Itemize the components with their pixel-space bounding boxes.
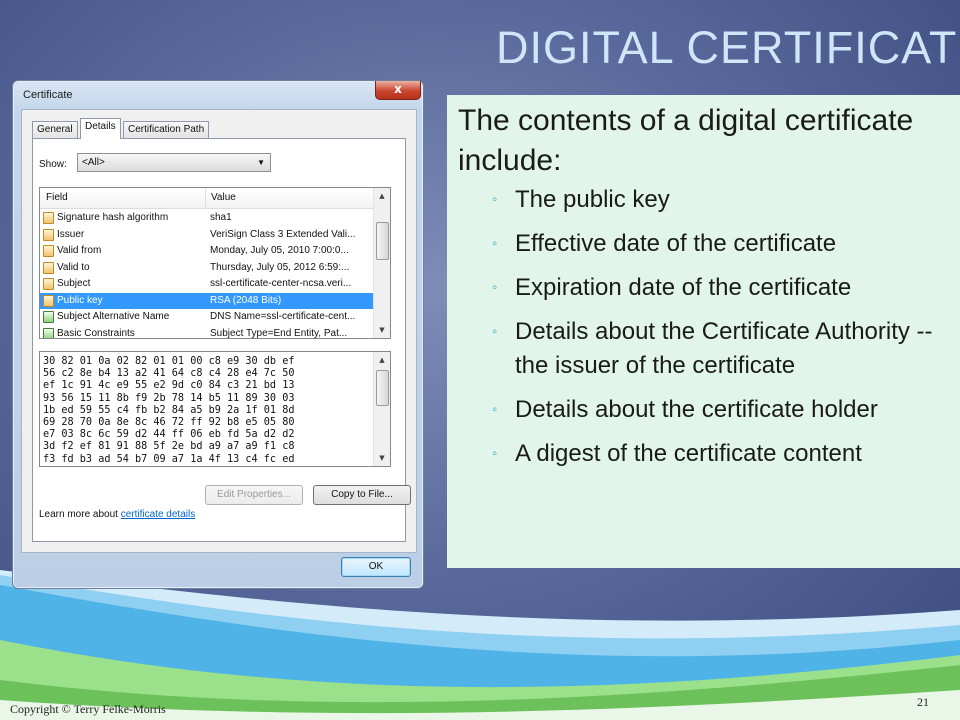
row-value: ssl-certificate-center-ncsa.veri... — [210, 278, 352, 289]
scroll-down-icon[interactable]: ▼ — [374, 450, 390, 466]
row-field: Valid to — [57, 261, 90, 273]
learn-more: Learn more about certificate details — [39, 509, 195, 520]
certificate-field-icon — [43, 327, 54, 338]
list-item: ◦ Expiration date of the certificate — [458, 271, 960, 305]
row-value: Subject Type=End Entity, Pat... — [210, 327, 348, 339]
details-panel: Show: <All> ▼ Field Value Signature hash… — [32, 138, 411, 542]
certificate-field-icon — [43, 294, 54, 307]
hex-line: 3d f2 ef 81 91 88 5f 2e bd a9 a7 a9 f1 c… — [43, 441, 295, 453]
row-field: Public key — [57, 294, 103, 306]
bullet-icon: ◦ — [492, 401, 498, 418]
list-item: ◦ Details about the Certificate Authority… — [458, 315, 960, 383]
slide-title: DIGITAL CERTIFICATE — [496, 22, 960, 73]
row-field: Signature hash algorithm — [57, 212, 169, 223]
bullet-text: Expiration date of the certificate — [515, 274, 852, 301]
list-item: ◦ Effective date of the certificate — [458, 227, 960, 261]
table-row[interactable]: Subject Alternative Name DNS Name=ssl-cer… — [40, 309, 375, 325]
certificate-field-icon — [43, 278, 54, 290]
certificate-dialog: Certificate x General Details Certificat… — [12, 80, 424, 589]
hex-line: 1b ed 59 55 c4 fb b2 84 a5 b9 2a 1f 01 8… — [43, 404, 295, 416]
list-item: ◦ A digest of the certificate content — [458, 437, 960, 471]
show-label: Show: — [39, 159, 67, 170]
copyright: Copyright © Terry Felke-Morris — [10, 702, 166, 716]
certificate-field-icon — [43, 228, 54, 241]
table-row[interactable]: Valid from Monday, July 05, 2010 7:00:0..… — [40, 243, 375, 259]
hex-line: 69 28 70 0a 8e 8c 46 72 ff 92 b8 e5 05 8… — [43, 417, 295, 428]
list-item: ◦ The public key — [458, 183, 960, 217]
bullet-text: The public key — [515, 186, 670, 213]
bullet-text: A digest of the certificate content — [515, 440, 862, 467]
page-number: 21 — [917, 695, 929, 709]
bullet-icon: ◦ — [492, 279, 498, 296]
tab-general[interactable]: General — [32, 121, 78, 138]
table-row[interactable]: Signature hash algorithm sha1 — [40, 210, 375, 226]
row-field: Issuer — [57, 228, 85, 240]
tab-certification-path[interactable]: Certification Path — [123, 121, 210, 138]
table-row[interactable]: Public key RSA (2048 Bits) — [40, 292, 375, 309]
table-row[interactable]: Subject ssl-certificate-center-ncsa.veri.… — [40, 276, 375, 292]
hex-value-box[interactable]: 30 82 01 0a 02 82 01 01 00 c8 e9 30 db e… — [39, 351, 391, 467]
column-header-field[interactable]: Field — [46, 192, 68, 203]
table-row[interactable]: Basic Constraints Subject Type=End Entity… — [40, 326, 375, 339]
scrollbar-thumb[interactable] — [376, 370, 389, 406]
column-header-value[interactable]: Value — [211, 192, 236, 203]
bullet-icon: ◦ — [492, 191, 498, 208]
certificate-details-link[interactable]: certificate details — [121, 509, 195, 520]
bullet-icon: ◦ — [492, 323, 498, 340]
edit-properties-button[interactable]: Edit Properties... — [205, 485, 303, 505]
close-button[interactable]: x — [375, 81, 421, 100]
row-field: Subject — [57, 278, 91, 289]
hex-line: e7 03 8c 6c 59 d2 44 ff 06 eb fd 5a d2 d… — [43, 429, 295, 441]
hex-line: ef 1c 91 4c e9 55 e2 9d c0 84 c3 21 bd 1… — [43, 380, 295, 392]
bullet-text: Details about the Certificate Authority … — [515, 318, 933, 379]
hex-line: f3 fd b3 ad 54 b7 09 a7 1a 4f 13 c4 fc e… — [43, 453, 295, 465]
row-value: DNS Name=ssl-certificate-cent... — [210, 311, 356, 322]
row-value: Thursday, July 05, 2012 6:59:... — [210, 261, 350, 273]
column-separator — [205, 188, 206, 208]
scroll-up-icon[interactable]: ▲ — [374, 352, 390, 368]
scroll-up-icon[interactable]: ▲ — [374, 188, 390, 204]
bullet-text: Details about the certificate holder — [515, 396, 878, 423]
list-item: ◦ Details about the certificate holder — [458, 393, 960, 427]
bullet-icon: ◦ — [492, 235, 498, 252]
row-value: RSA (2048 Bits) — [210, 294, 282, 306]
copy-to-file-button[interactable]: Copy to File... — [313, 485, 411, 505]
show-dropdown[interactable]: <All> ▼ — [77, 153, 271, 172]
row-value: Monday, July 05, 2010 7:00:0... — [210, 245, 349, 256]
bullet-icon: ◦ — [492, 445, 498, 462]
row-field: Valid from — [57, 245, 102, 256]
hex-line: 30 82 01 0a 02 82 01 01 00 c8 e9 30 db e… — [43, 356, 295, 367]
certificate-field-icon — [43, 261, 54, 274]
row-value: VeriSign Class 3 Extended Vali... — [210, 228, 356, 240]
dialog-title: Certificate — [23, 89, 73, 101]
hex-line: 56 c2 8e b4 13 a2 41 64 c8 c4 28 e4 7c 5… — [43, 368, 295, 380]
list-header: Field Value — [40, 188, 375, 209]
show-dropdown-value: <All> — [82, 157, 105, 168]
bullet-list: ◦ The public key ◦ Effective date of the ce… — [458, 183, 960, 471]
row-field: Basic Constraints — [57, 327, 135, 339]
table-row[interactable]: Valid to Thursday, July 05, 2012 6:59:... — [40, 260, 375, 276]
field-list-scrollbar[interactable]: ▲ ▼ — [373, 188, 390, 338]
certificate-field-icon — [43, 245, 54, 257]
content-box: The contents of a digital certificate in… — [447, 95, 960, 568]
scroll-down-icon[interactable]: ▼ — [374, 322, 390, 338]
intro-text: The contents of a digital certificate in… — [458, 104, 914, 177]
scrollbar-thumb[interactable] — [376, 222, 389, 260]
hex-line: 93 56 15 11 8b f9 2b 78 14 b5 11 89 30 0… — [43, 392, 295, 404]
tab-details[interactable]: Details — [80, 118, 121, 139]
bullet-text: Effective date of the certificate — [515, 230, 837, 257]
certificate-field-icon — [43, 311, 54, 323]
dialog-body: General Details Certification Path Show:… — [21, 109, 417, 553]
ok-button[interactable]: OK — [341, 557, 411, 577]
table-row[interactable]: Issuer VeriSign Class 3 Extended Vali... — [40, 227, 375, 243]
chevron-down-icon: ▼ — [257, 158, 265, 167]
learn-more-text: Learn more about — [39, 509, 121, 520]
hex-scrollbar[interactable]: ▲ ▼ — [373, 352, 390, 466]
row-field: Subject Alternative Name — [57, 311, 170, 322]
row-value: sha1 — [210, 212, 232, 223]
certificate-field-icon — [43, 212, 54, 224]
field-list[interactable]: Field Value Signature hash algorithm sha1… — [39, 187, 391, 339]
